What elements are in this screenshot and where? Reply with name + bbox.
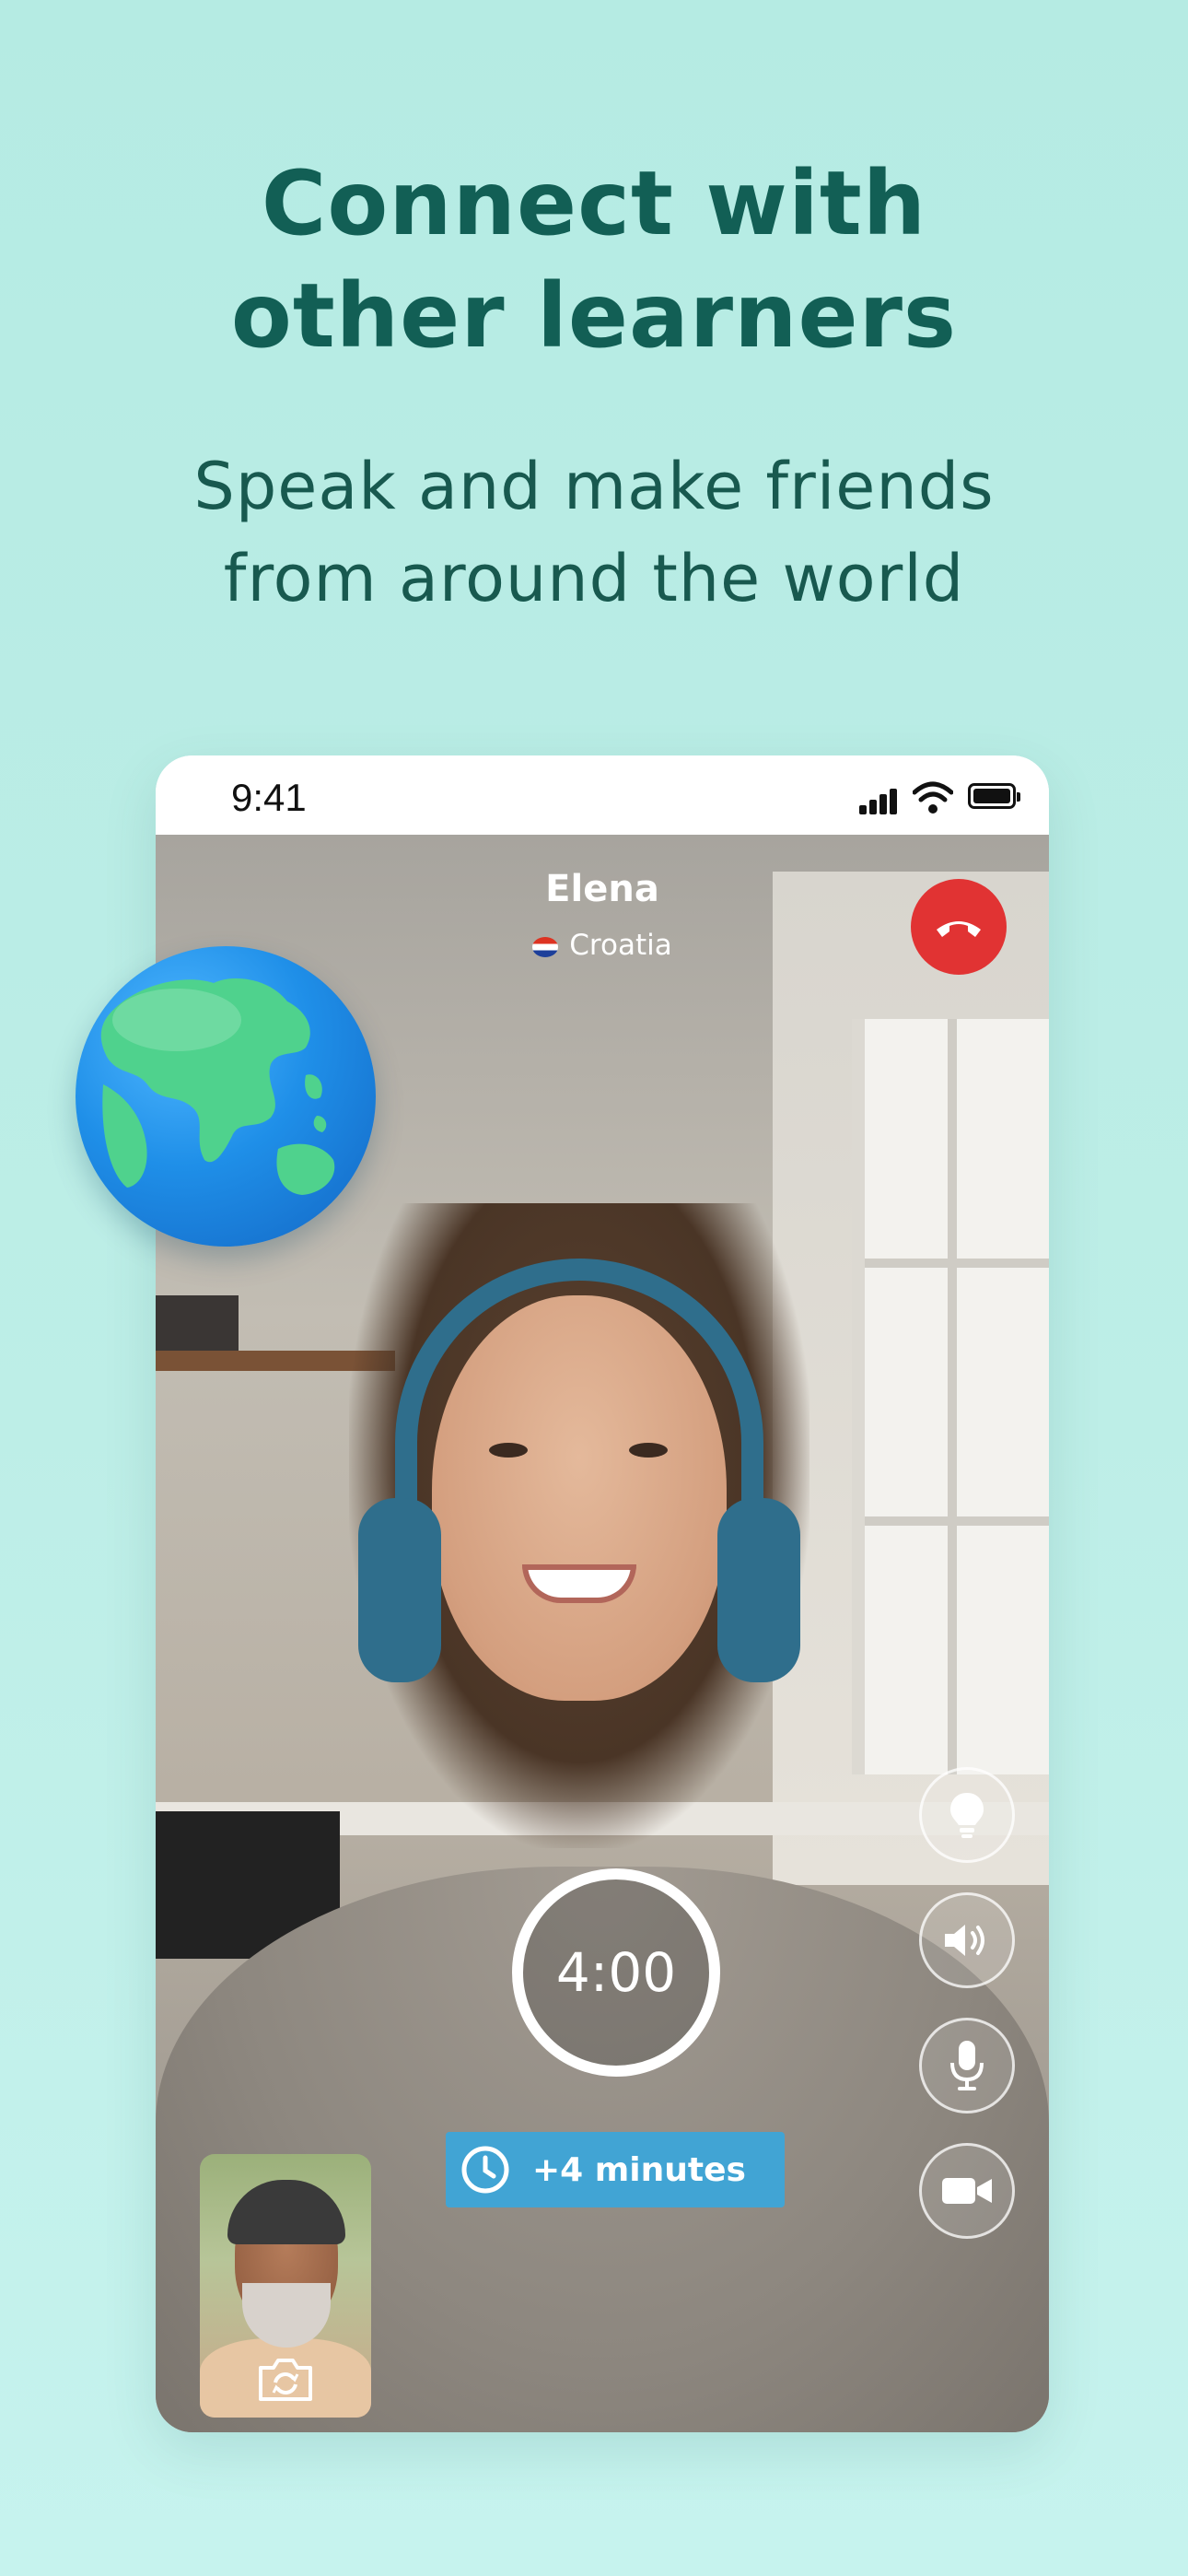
globe-icon (76, 946, 376, 1247)
subheadline: Speak and make friends from around the w… (0, 440, 1188, 625)
signal-icon (859, 787, 898, 814)
headphones-left-cup (358, 1498, 441, 1682)
status-bar: 9:41 (156, 755, 1049, 835)
microphone-icon (950, 2041, 984, 2090)
call-timer: 4:00 (512, 1868, 720, 2077)
self-view-beard (242, 2283, 331, 2348)
camera-switch-icon[interactable] (257, 2355, 314, 2403)
hangup-button[interactable] (911, 879, 1007, 975)
speaker-icon (945, 1925, 984, 1956)
partner-country-label: Croatia (569, 929, 672, 962)
video-toggle-button[interactable] (919, 2143, 1015, 2239)
video-camera-icon (942, 2178, 992, 2204)
extend-time-label: +4 minutes (532, 2150, 746, 2189)
headline: Connect with other learners (0, 147, 1188, 372)
clock-icon (461, 2146, 509, 2194)
partner-name: Elena (545, 868, 659, 910)
headphones-right-cup (717, 1498, 800, 1682)
phone-hangup-icon (937, 921, 981, 937)
headline-line-2: other learners (230, 264, 958, 368)
hint-button[interactable] (919, 1767, 1015, 1863)
subheadline-line-1: Speak and make friends (193, 449, 995, 524)
croatia-flag-icon (532, 937, 559, 957)
extend-time-button[interactable]: +4 minutes (446, 2132, 785, 2207)
status-time: 9:41 (231, 776, 307, 819)
wifi-icon (913, 781, 953, 814)
speaker-button[interactable] (919, 1892, 1015, 1988)
self-view-hair (227, 2180, 345, 2244)
background-window (852, 1019, 1049, 1774)
microphone-button[interactable] (919, 2018, 1015, 2113)
battery-icon (968, 783, 1020, 809)
headline-line-1: Connect with (261, 152, 927, 255)
lightbulb-icon (950, 1793, 984, 1838)
subheadline-line-2: from around the world (223, 541, 965, 616)
self-view[interactable] (200, 2154, 371, 2418)
